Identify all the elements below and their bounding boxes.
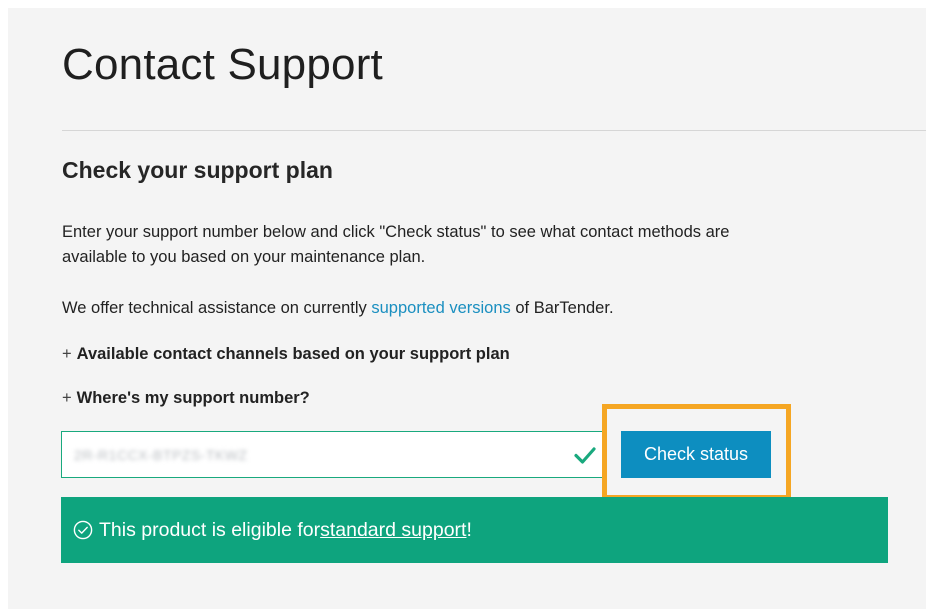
- support-number-input[interactable]: [62, 432, 562, 477]
- offer-suffix: of BarTender.: [510, 299, 614, 317]
- checkmark-icon: [574, 447, 596, 464]
- offer-text: We offer technical assistance on current…: [62, 299, 614, 318]
- page-title: Contact Support: [62, 40, 383, 89]
- banner-suffix: !: [466, 518, 472, 541]
- eligibility-banner: This product is eligible for standard su…: [61, 497, 888, 563]
- expander-label: Where's my support number?: [76, 389, 310, 407]
- intro-text: Enter your support number below and clic…: [62, 223, 730, 266]
- support-number-field-wrapper: [61, 431, 607, 478]
- expander-support-number-help[interactable]: + Where's my support number?: [62, 389, 310, 408]
- plus-icon: +: [62, 389, 72, 407]
- banner-prefix: This product is eligible for: [99, 518, 321, 541]
- supported-versions-link[interactable]: supported versions: [371, 299, 510, 317]
- circle-check-icon: [73, 520, 93, 540]
- divider: [62, 130, 926, 131]
- plus-icon: +: [62, 345, 72, 363]
- check-status-button[interactable]: Check status: [621, 431, 771, 478]
- offer-prefix: We offer technical assistance on current…: [62, 299, 372, 317]
- section-title: Check your support plan: [62, 157, 333, 183]
- expander-label: Available contact channels based on your…: [76, 345, 510, 363]
- standard-support-link[interactable]: standard support: [320, 519, 466, 542]
- expander-contact-channels[interactable]: + Available contact channels based on you…: [62, 345, 510, 364]
